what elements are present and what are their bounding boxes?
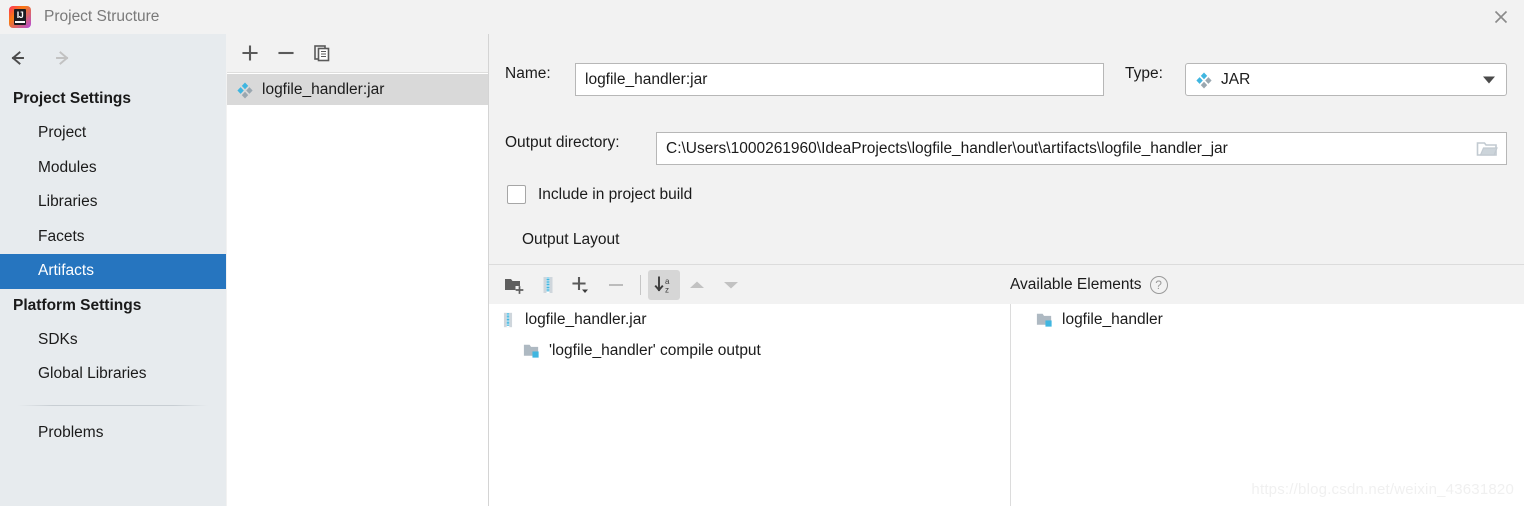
list-item-label: logfile_handler:jar xyxy=(262,80,385,98)
window-title: Project Structure xyxy=(44,8,160,25)
minus-icon[interactable] xyxy=(268,36,304,70)
type-label: Type: xyxy=(1125,65,1163,82)
tree-row[interactable]: 'logfile_handler' compile output xyxy=(489,335,1010,366)
archive-icon xyxy=(498,310,517,329)
archive-icon[interactable] xyxy=(531,270,565,300)
sort-az-icon[interactable]: a z xyxy=(648,269,680,300)
module-compile-output-icon xyxy=(1035,310,1054,329)
module-compile-output-icon xyxy=(522,341,541,360)
sidebar-item-facets[interactable]: Facets xyxy=(0,220,226,255)
triangle-down-icon xyxy=(714,270,748,300)
intellij-idea-logo-icon: IJ xyxy=(9,6,31,28)
chevron-down-icon xyxy=(1483,76,1495,83)
available-elements-header: Available Elements ? xyxy=(1010,265,1168,304)
arrow-right-icon[interactable] xyxy=(48,38,88,78)
artifact-jar-icon xyxy=(236,81,254,99)
sidebar-item-global-libraries[interactable]: Global Libraries xyxy=(0,357,226,392)
watermark-text: https://blog.csdn.net/weixin_43631820 xyxy=(1251,481,1514,498)
sidebar-group-platform-settings: Platform Settings xyxy=(13,296,142,314)
artifact-details-panel: Name: logfile_handler:jar Type: JAR Outp… xyxy=(489,34,1524,506)
output-directory-row: Output directory: xyxy=(505,134,620,152)
list-item[interactable]: logfile_handler:jar xyxy=(227,74,488,105)
folder-add-icon[interactable] xyxy=(497,270,531,300)
name-row: Name: xyxy=(505,65,551,83)
sidebar-divider xyxy=(18,404,208,406)
navigation-arrows xyxy=(0,34,226,82)
folder-open-icon[interactable] xyxy=(1474,137,1500,161)
sidebar-item-project[interactable]: Project xyxy=(0,116,226,151)
tree-row[interactable]: logfile_handler.jar xyxy=(489,304,1010,335)
available-elements-tree[interactable]: logfile_handler xyxy=(1011,304,1524,506)
triangle-up-icon xyxy=(680,270,714,300)
plus-dropdown-icon[interactable] xyxy=(565,270,599,300)
tree-row-label: logfile_handler.jar xyxy=(525,310,647,328)
output-directory-label: Output directory: xyxy=(505,134,620,151)
sidebar-item-libraries[interactable]: Libraries xyxy=(0,185,226,220)
tree-row-label: logfile_handler xyxy=(1062,310,1163,328)
title-bar: IJ Project Structure xyxy=(0,0,1524,34)
arrow-left-icon[interactable] xyxy=(4,38,44,78)
question-mark-icon[interactable]: ? xyxy=(1149,275,1168,294)
artifact-list-toolbar xyxy=(227,34,488,73)
tree-row[interactable]: logfile_handler xyxy=(1011,304,1524,335)
type-row: Type: xyxy=(1125,65,1163,83)
type-select-value: JAR xyxy=(1221,70,1251,88)
output-directory-value: C:\Users\1000261960\IdeaProjects\logfile… xyxy=(666,139,1228,157)
sidebar-item-sdks[interactable]: SDKs xyxy=(0,323,226,358)
minus-icon xyxy=(599,270,633,300)
copy-icon[interactable] xyxy=(304,36,340,70)
artifact-list-panel: logfile_handler:jar xyxy=(227,34,488,506)
sidebar-item-artifacts[interactable]: Artifacts xyxy=(0,254,226,289)
close-icon[interactable] xyxy=(1478,0,1524,34)
project-structure-dialog: IJ Project Structure Project Settings Pr… xyxy=(0,0,1524,506)
output-layout-toolbar: a z xyxy=(489,265,1524,304)
sidebar-item-problems[interactable]: Problems xyxy=(0,416,226,451)
plus-icon[interactable] xyxy=(232,36,268,70)
type-select[interactable]: JAR xyxy=(1185,63,1507,96)
svg-text:z: z xyxy=(665,285,669,294)
output-layout-title: Output Layout xyxy=(522,231,620,248)
sidebar-item-modules[interactable]: Modules xyxy=(0,151,226,186)
output-directory-input[interactable]: C:\Users\1000261960\IdeaProjects\logfile… xyxy=(656,132,1507,165)
toolbar-separator xyxy=(640,274,641,295)
sidebar-group-project-settings: Project Settings xyxy=(13,90,131,107)
output-layout-tree[interactable]: logfile_handler.jar 'logfile_handler' co… xyxy=(489,304,1010,506)
name-input[interactable]: logfile_handler:jar xyxy=(575,63,1104,96)
trees-area: logfile_handler.jar 'logfile_handler' co… xyxy=(489,304,1524,506)
available-elements-title: Available Elements xyxy=(1010,275,1142,293)
include-in-project-build-row[interactable]: Include in project build xyxy=(507,185,692,204)
artifact-jar-icon xyxy=(1195,71,1213,89)
name-label: Name: xyxy=(505,65,551,82)
include-in-project-build-label: Include in project build xyxy=(538,185,693,203)
include-in-project-build-checkbox[interactable] xyxy=(507,185,526,204)
settings-sidebar: Project Settings Project Modules Librari… xyxy=(0,34,226,506)
tree-row-label: 'logfile_handler' compile output xyxy=(549,341,761,359)
